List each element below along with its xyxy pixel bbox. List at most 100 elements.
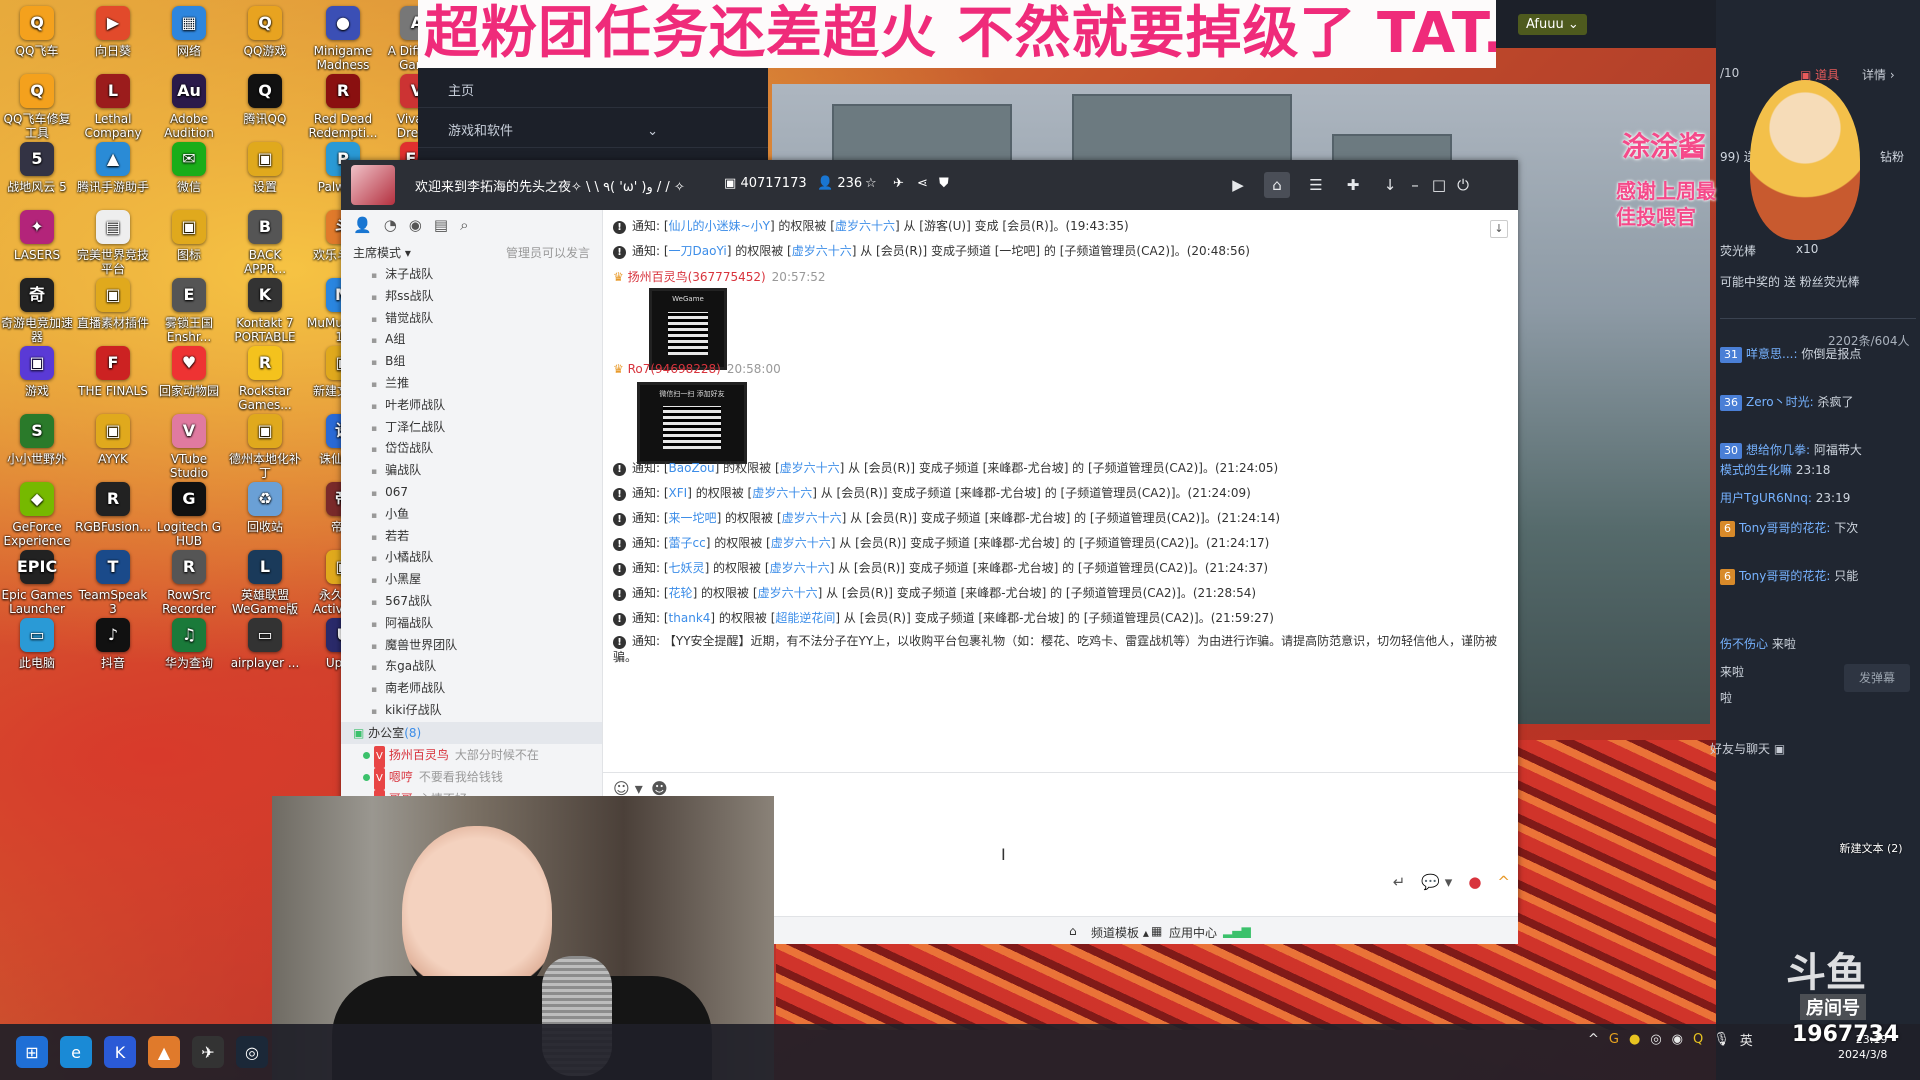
desktop-icon[interactable]: ▭ airplayer ... [226, 618, 304, 670]
user-link[interactable]: 虚岁六十六 [771, 536, 831, 550]
desktop-icon[interactable]: ▣ 游戏 [0, 346, 76, 398]
desktop-icon[interactable]: ▦ 网络 [150, 6, 228, 58]
user-link[interactable]: thank4 [669, 611, 711, 625]
user-link[interactable]: 来一坨吧 [669, 511, 717, 525]
template-icon[interactable]: ⌂ [1069, 924, 1077, 938]
desktop-icon[interactable]: L 英雄联盟WeGame版 [226, 550, 304, 616]
app-icon[interactable]: ✈ [192, 1036, 224, 1068]
desktop-icon[interactable]: ▣ 德州本地化补丁 [226, 414, 304, 480]
channel-item[interactable]: B组 [341, 351, 602, 373]
desktop-icon[interactable]: ♥ 回家动物园 [150, 346, 228, 398]
user-link[interactable]: 虚岁六十六 [780, 461, 840, 475]
channel-item[interactable]: 兰推 [341, 373, 602, 395]
chevron-up-icon[interactable]: ^ [1497, 873, 1510, 891]
desktop-icon[interactable]: R Rockstar Games... [226, 346, 304, 412]
desktop-icon[interactable]: 奇奇游电竞加速器 [0, 278, 76, 344]
windows-start-icon[interactable]: ⊞ [16, 1036, 48, 1068]
google-icon[interactable]: G [1609, 1032, 1619, 1047]
sync-icon[interactable]: ◎ [1650, 1032, 1661, 1047]
steam-icon[interactable]: ◎ [236, 1036, 268, 1068]
steam-home-row[interactable]: 主页 [418, 68, 768, 108]
app-icon[interactable]: ▲ [148, 1036, 180, 1068]
channel-item[interactable]: 阿福战队 [341, 613, 602, 635]
mode-select[interactable]: 主席模式 ▾ [353, 244, 411, 260]
edge-icon[interactable]: e [60, 1036, 92, 1068]
desktop-icon[interactable]: ▤ 完美世界竞技平台 [74, 210, 152, 276]
danmaku-user[interactable]: Tony哥哥的花花: [1739, 569, 1830, 583]
grid-icon[interactable]: ▦ [1151, 924, 1162, 938]
channel-item[interactable]: 若若 [341, 526, 602, 548]
desktop-icon[interactable]: Q QQ飞车修复工具 [0, 74, 76, 140]
channel-item[interactable]: 067 [341, 482, 602, 504]
app-center-button[interactable]: 应用中心 [1169, 924, 1217, 941]
user-link[interactable]: 虚岁六十六 [782, 511, 842, 525]
danmaku-user[interactable]: 想给你几拳: [1746, 443, 1810, 457]
desktop-icon[interactable]: R Red Dead Redempti... [304, 74, 382, 140]
new-text-file[interactable]: 新建文本 (2) [1826, 840, 1916, 856]
desktop-icon[interactable]: K Kontakt 7 PORTABLE [226, 278, 304, 344]
danmaku-user[interactable]: 用户TgUR6Nnq: [1720, 491, 1812, 505]
friends-chat-button[interactable]: 好友与聊天 ▣ [1710, 740, 1785, 757]
user-link[interactable]: XFI [669, 486, 688, 500]
desktop-icon[interactable]: Au Adobe Audition [150, 74, 228, 140]
desktop-icon[interactable]: R RowSrc Recorder [150, 550, 228, 616]
channel-item[interactable]: 小鱼 [341, 504, 602, 526]
steam-games-row[interactable]: 游戏和软件 ⌄ [418, 108, 768, 148]
danmaku-user[interactable]: 咩意思...: [1746, 347, 1798, 361]
desktop-icon[interactable]: ▣ AYYK [74, 414, 152, 466]
desktop-icon[interactable]: ▭ 此电脑 [0, 618, 76, 670]
chrome-icon[interactable]: ● [1629, 1032, 1640, 1047]
desktop-icon[interactable]: V VTube Studio [150, 414, 228, 480]
user-link[interactable]: 仙儿的小迷妹~小Y [669, 219, 770, 233]
user-link[interactable]: 虚岁六十六 [792, 244, 852, 258]
list-icon[interactable]: ☰ [1303, 172, 1329, 198]
channel-item[interactable]: 魔兽世界团队 [341, 635, 602, 657]
chevron-up-icon[interactable]: ^ [1588, 1032, 1599, 1047]
channel-item[interactable]: 567战队 [341, 591, 602, 613]
user-link[interactable]: 蕾子cc [669, 536, 706, 550]
channel-item[interactable]: 小橘战队 [341, 547, 602, 569]
member-item[interactable]: V哥哥心情不好 [341, 788, 602, 796]
desktop-icon[interactable]: F THE FINALS [74, 346, 152, 398]
channel-item[interactable]: 邦ss战队 [341, 286, 602, 308]
channel-item[interactable]: 小黑屋 [341, 569, 602, 591]
desktop-icon[interactable]: B BACK APPR... [226, 210, 304, 276]
desktop-icon[interactable]: Q 腾讯QQ [226, 74, 304, 126]
channel-item[interactable]: 错觉战队 [341, 308, 602, 330]
mic-icon[interactable]: 🎙 [1713, 1032, 1730, 1047]
minimize-icon[interactable]: – [1402, 172, 1428, 198]
desktop-icon[interactable]: ▲ 腾讯手游助手 [74, 142, 152, 194]
flower-icon[interactable]: ● [1468, 873, 1481, 891]
channel-item[interactable]: kiki仔战队 [341, 700, 602, 722]
desktop-icon[interactable]: 5 战地风云 5 [0, 142, 76, 194]
desktop-icon[interactable]: ✦ LASERS [0, 210, 76, 262]
qq-tray-icon[interactable]: Q [1693, 1032, 1703, 1047]
channel-item[interactable]: 叶老师战队 [341, 395, 602, 417]
download-icon[interactable]: ↓ [1377, 172, 1403, 198]
desktop-icon[interactable]: E 雾锁王国 Enshr... [150, 278, 228, 344]
user-link[interactable]: 虚岁六十六 [835, 219, 895, 233]
location-icon[interactable]: ◉ [409, 216, 422, 234]
user-link[interactable]: 一刀DaoYi [669, 244, 727, 258]
plane-icon[interactable]: ✈ [893, 176, 904, 191]
speech-bubble-icon[interactable]: 💬 ▾ [1421, 873, 1452, 891]
desktop-icon[interactable]: Q QQ游戏 [226, 6, 304, 58]
danmaku-user[interactable]: 伤不伤心 [1720, 637, 1768, 651]
channel-item[interactable]: 岱岱战队 [341, 438, 602, 460]
desktop-icon[interactable]: S 小小世野外 [0, 414, 76, 466]
app-icon[interactable]: K [104, 1036, 136, 1068]
desktop-icon[interactable]: ▣ 直播素材插件 [74, 278, 152, 330]
channel-item[interactable]: A组 [341, 329, 602, 351]
desktop-icon[interactable]: G Logitech G HUB [150, 482, 228, 548]
channel-item[interactable]: 骗战队 [341, 460, 602, 482]
channel-item[interactable]: 南老师战队 [341, 678, 602, 700]
power-icon[interactable]: ⏻ [1450, 172, 1476, 198]
desktop-icon[interactable]: ▶ 向日葵 [74, 6, 152, 58]
user-link[interactable]: 虚岁六十六 [758, 586, 818, 600]
note-icon[interactable]: ▤ [434, 216, 448, 234]
danmaku-user[interactable]: Tony哥哥的花花: [1739, 521, 1830, 535]
qr-code-image[interactable]: WeGame [649, 288, 727, 370]
channel-avatar[interactable] [351, 165, 395, 205]
clock[interactable]: 23:19 2024/3/8 [1838, 1032, 1887, 1062]
desktop-icon[interactable]: ▣ 设置 [226, 142, 304, 194]
